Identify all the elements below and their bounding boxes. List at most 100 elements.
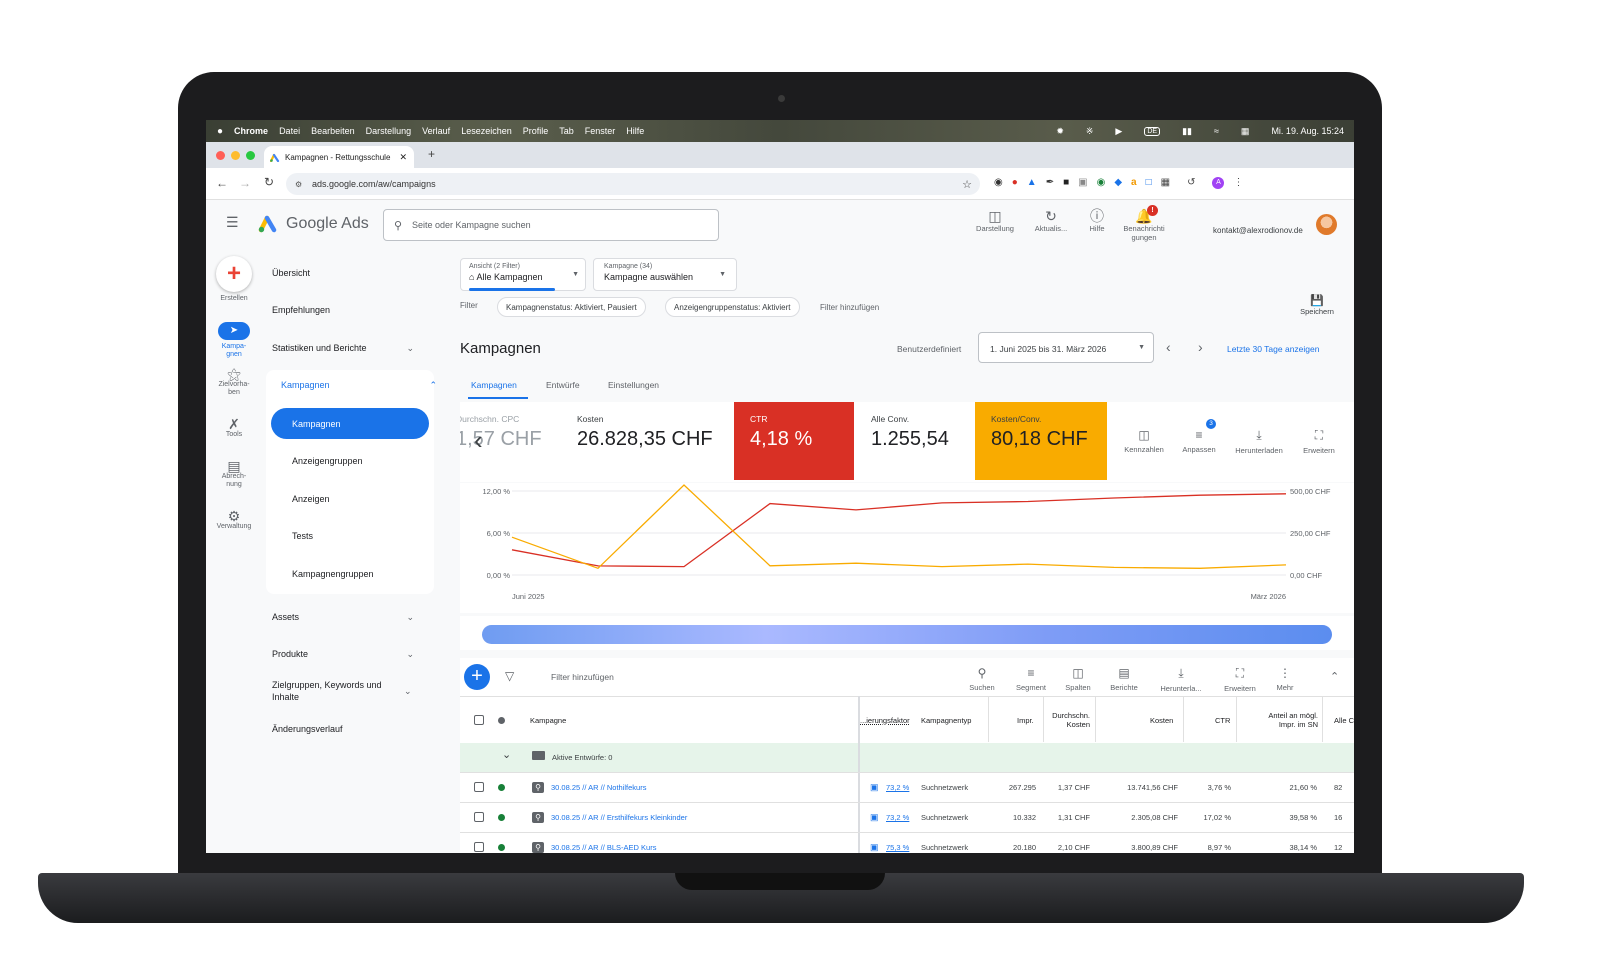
control-center-icon[interactable]: ▦: [1241, 126, 1250, 137]
extension-10-icon[interactable]: □: [1146, 177, 1152, 189]
bluetooth-icon[interactable]: ※: [1086, 126, 1094, 137]
row-checkbox[interactable]: [474, 842, 484, 852]
select-all-checkbox[interactable]: [474, 715, 484, 725]
hamburger-menu-icon[interactable]: ☰: [226, 214, 239, 231]
col-all-conv[interactable]: Alle C: [1334, 716, 1354, 725]
menu-bearbeiten[interactable]: Bearbeiten: [311, 126, 355, 136]
nav-sub-campaigns[interactable]: Kampagnen: [271, 408, 429, 439]
expand-metrics-button[interactable]: ⛶ Erweitern: [1291, 428, 1347, 455]
edit-bid-icon[interactable]: ▣: [870, 782, 879, 793]
wifi-icon[interactable]: ≈: [1214, 126, 1219, 136]
cell-name[interactable]: 30.08.25 // AR // Nothilfekurs: [551, 783, 646, 792]
account-avatar[interactable]: [1316, 214, 1337, 235]
row-checkbox[interactable]: [474, 782, 484, 792]
row-checkbox[interactable]: [474, 812, 484, 822]
tab-settings[interactable]: Einstellungen: [608, 380, 659, 390]
menubar-datetime[interactable]: Mi. 19. Aug. 15:24: [1271, 126, 1344, 136]
refresh-button[interactable]: ↻ Aktualis...: [1030, 208, 1072, 233]
rail-campaigns[interactable]: ➤ Kampa-gnen: [206, 322, 262, 359]
prev-period-icon[interactable]: ‹: [1166, 339, 1171, 355]
save-button[interactable]: 💾 Speichern: [1292, 294, 1342, 316]
add-campaign-button[interactable]: +: [464, 664, 490, 690]
extension-8-icon[interactable]: ◆: [1114, 177, 1122, 189]
metric-cost-per-conv[interactable]: Kosten/Conv. 80,18 CHF: [975, 402, 1107, 480]
browser-menu-icon[interactable]: ⋮: [1233, 177, 1243, 189]
table-download-button[interactable]: ⤓ Herunterla...: [1153, 666, 1209, 693]
nav-sub-campaigngroups[interactable]: Kampagnengruppen: [292, 569, 452, 579]
campaign-select[interactable]: Kampagne (34) Kampagne auswählen ▼: [593, 258, 737, 291]
menu-darstellung[interactable]: Darstellung: [366, 126, 412, 136]
extension-3-icon[interactable]: ▲: [1027, 177, 1037, 189]
battery-icon[interactable]: ▮▮: [1182, 126, 1192, 137]
help-button[interactable]: ⓘ Hilfe: [1082, 208, 1112, 233]
nav-sub-tests[interactable]: Tests: [292, 531, 452, 541]
cell-name[interactable]: 30.08.25 // AR // Ersthilfekurs Kleinkin…: [551, 813, 687, 822]
nav-recommendations[interactable]: Empfehlungen: [272, 305, 432, 315]
nav-assets[interactable]: Assets ⌄: [272, 612, 432, 623]
filter-chip-campaign-status[interactable]: Kampagnenstatus: Aktiviert, Pausiert: [497, 297, 646, 317]
forward-icon[interactable]: →: [239, 176, 251, 190]
extension-2-icon[interactable]: ●: [1012, 177, 1018, 189]
nav-history[interactable]: Änderungsverlauf: [272, 724, 432, 734]
rail-create[interactable]: + Erstellen: [206, 256, 262, 303]
view-select[interactable]: Ansicht (2 Filter) ⌂ Alle Kampagnen ▼: [460, 258, 586, 291]
extension-6-icon[interactable]: ▣: [1078, 177, 1087, 189]
chevron-down-icon[interactable]: ⌄: [404, 686, 420, 697]
cell-factor[interactable]: 73,2 %: [886, 813, 909, 822]
tab-campaigns[interactable]: Kampagnen: [471, 380, 517, 390]
reports-button[interactable]: ▤ Berichte: [1096, 666, 1152, 692]
metric-all-conv[interactable]: Alle Conv. 1.255,54: [855, 402, 975, 480]
search-input[interactable]: ⚲ Seite oder Kampagne suchen: [383, 209, 719, 241]
download-metrics-button[interactable]: ⤓ Herunterladen: [1231, 428, 1287, 455]
metric-ctr[interactable]: CTR 4,18 %: [734, 402, 854, 480]
extension-5-icon[interactable]: ■: [1063, 177, 1069, 189]
cell-name[interactable]: 30.08.25 // AR // BLS-AED Kurs: [551, 843, 656, 852]
rail-admin[interactable]: ⚙ Verwaltung: [206, 509, 262, 531]
nav-stats[interactable]: Statistiken und Berichte ⌄: [272, 343, 432, 354]
play-icon[interactable]: ▶: [1115, 126, 1122, 137]
rail-goals[interactable]: ⚝ Zielvorha-ben: [206, 367, 262, 397]
status-enabled-dot[interactable]: [498, 844, 505, 851]
apple-icon[interactable]: ●: [217, 126, 223, 137]
add-filter-link[interactable]: Filter hinzufügen: [820, 303, 879, 312]
cell-factor[interactable]: 73,2 %: [886, 783, 909, 792]
extension-1-icon[interactable]: ◉: [994, 177, 1003, 189]
tab-close-icon[interactable]: ✕: [399, 152, 407, 163]
status-enabled-dot[interactable]: [498, 814, 505, 821]
site-info-icon[interactable]: ⚙: [295, 180, 302, 189]
scroll-left-icon[interactable]: ‹: [474, 425, 483, 456]
menu-lesezeichen[interactable]: Lesezeichen: [461, 126, 512, 136]
menu-hilfe[interactable]: Hilfe: [626, 126, 644, 136]
col-impr[interactable]: Impr.: [1017, 716, 1034, 725]
tab-drafts[interactable]: Entwürfe: [546, 380, 580, 390]
notifications-button[interactable]: 🔔 Benachrichti gungen !: [1118, 205, 1170, 242]
collapse-icon[interactable]: ⌃: [1330, 670, 1339, 683]
close-window-icon[interactable]: [216, 151, 225, 160]
menu-verlauf[interactable]: Verlauf: [422, 126, 450, 136]
edit-bid-icon[interactable]: ▣: [870, 812, 879, 823]
adjust-button[interactable]: ≡ Anpassen 3: [1171, 419, 1227, 454]
new-tab-icon[interactable]: +: [428, 147, 435, 161]
menu-chrome[interactable]: Chrome: [234, 126, 268, 136]
account-email[interactable]: kontakt@alexrodionov.de: [1213, 226, 1303, 235]
reload-icon[interactable]: ↻: [264, 175, 274, 189]
menu-datei[interactable]: Datei: [279, 126, 300, 136]
cell-factor[interactable]: 75,3 %: [886, 843, 909, 852]
maximize-window-icon[interactable]: [246, 151, 255, 160]
col-impression-share[interactable]: Anteil an mögl. Impr. im SN: [1258, 711, 1318, 729]
col-ctr[interactable]: CTR: [1215, 716, 1230, 725]
col-cost[interactable]: Kosten: [1150, 716, 1173, 725]
rail-tools[interactable]: ✗ Tools: [206, 417, 262, 439]
back-icon[interactable]: ←: [216, 176, 228, 190]
address-bar[interactable]: ⚙ ads.google.com/aw/campaigns ☆: [286, 173, 980, 195]
more-button[interactable]: ⋮ Mehr: [1257, 666, 1313, 692]
last-30-days-link[interactable]: Letzte 30 Tage anzeigen: [1227, 344, 1319, 354]
table-add-filter[interactable]: Filter hinzufügen: [551, 672, 614, 682]
appearance-button[interactable]: ◫ Darstellung: [972, 208, 1018, 233]
nav-sub-ads[interactable]: Anzeigen: [292, 494, 452, 504]
date-range-picker[interactable]: 1. Juni 2025 bis 31. März 2026 ▼: [978, 332, 1154, 363]
drafts-row[interactable]: [460, 743, 858, 772]
edit-bid-icon[interactable]: ▣: [870, 842, 879, 853]
minimize-window-icon[interactable]: [231, 151, 240, 160]
browser-tab[interactable]: Kampagnen - Rettungsschule ✕: [264, 146, 414, 168]
